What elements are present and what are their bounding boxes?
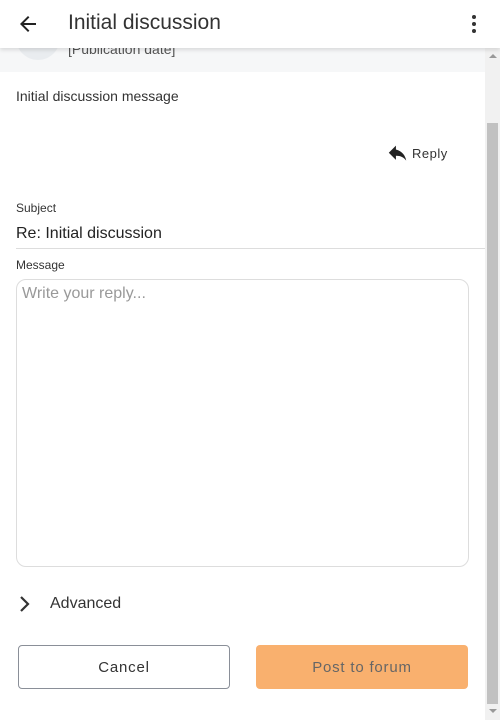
page-title: Initial discussion [68,11,221,34]
chevron-right-icon [20,596,30,612]
scroll-down-arrow-icon[interactable] [489,709,497,713]
arrow-left-icon[interactable] [16,12,40,36]
advanced-toggle[interactable]: Advanced [16,594,121,614]
app-header: Initial discussion [0,0,500,48]
post-message: Initial discussion message [16,88,179,104]
post-to-forum-button[interactable]: Post to forum [256,645,468,689]
message-label: Message [16,258,65,272]
scrollbar-thumb[interactable] [487,123,498,704]
advanced-label: Advanced [50,595,122,612]
reply-icon [388,145,407,161]
subject-label: Subject [16,201,57,215]
subject-input[interactable] [16,220,485,249]
scroll-up-arrow-icon[interactable] [489,54,497,58]
cancel-button[interactable]: Cancel [18,645,230,689]
scrollbar[interactable] [485,48,500,720]
more-vertical-icon[interactable] [466,12,482,36]
reply-button[interactable]: Reply [388,145,448,162]
message-textarea[interactable] [16,279,469,567]
reply-label: Reply [412,146,448,161]
